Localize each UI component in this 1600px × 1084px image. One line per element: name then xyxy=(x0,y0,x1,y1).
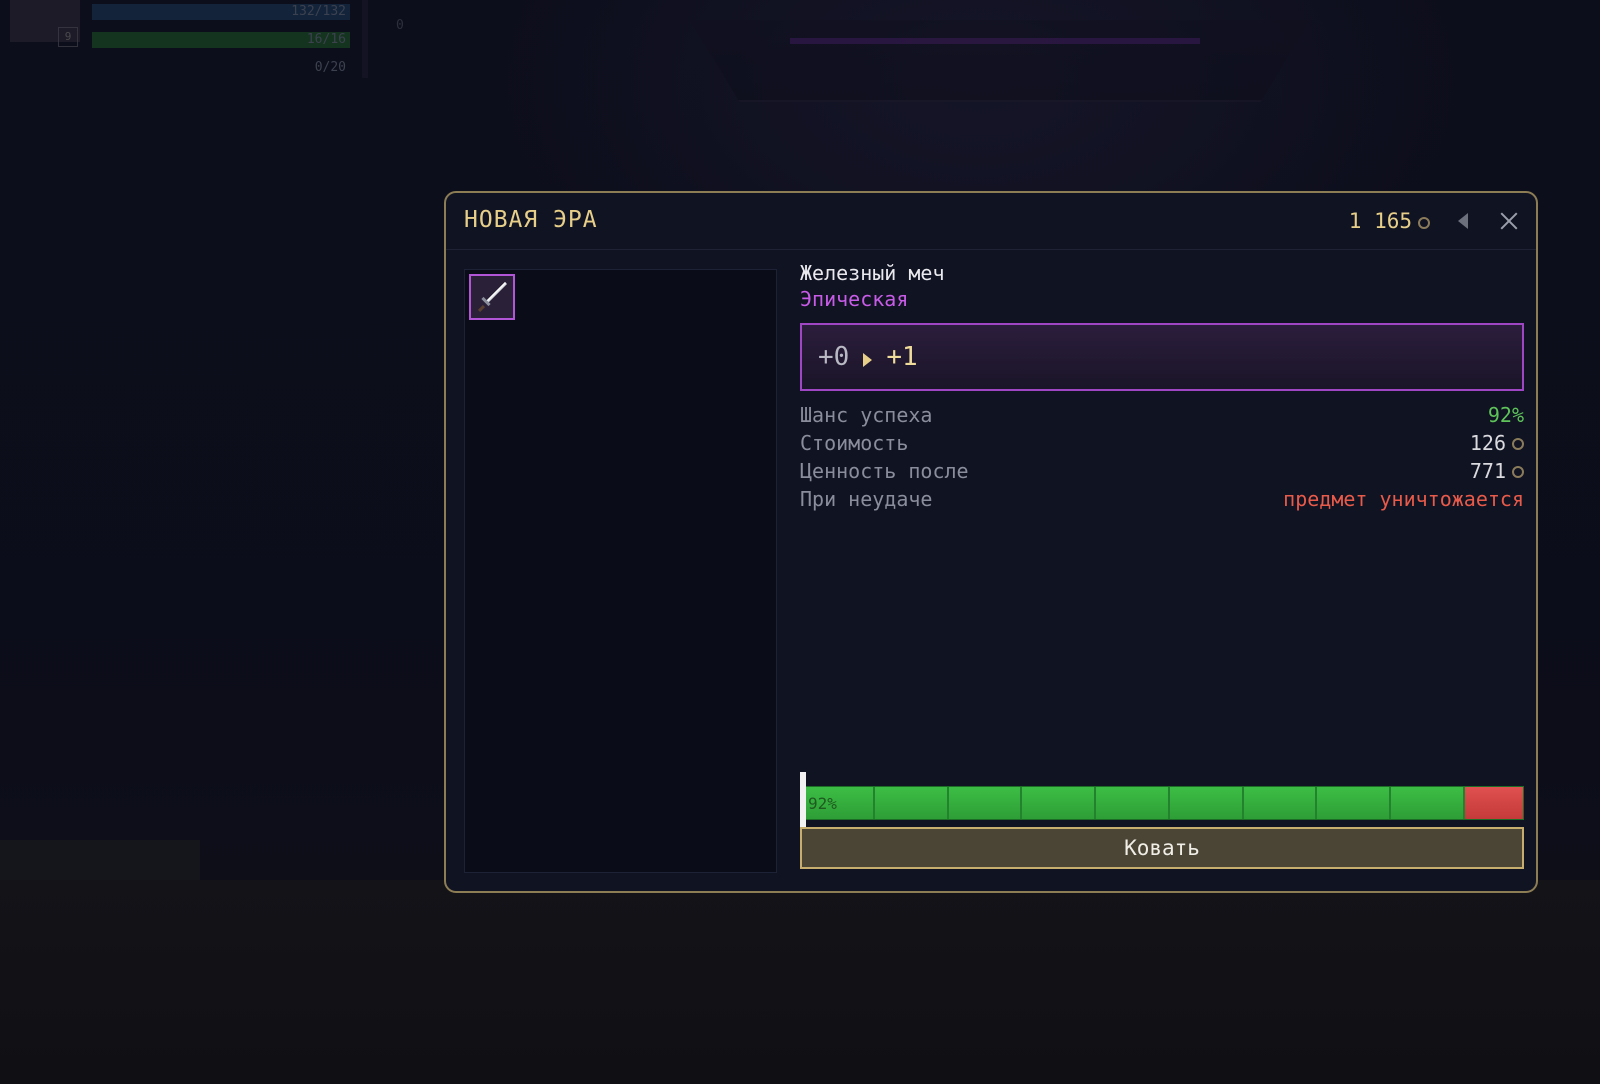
stat-label: Шанс успеха xyxy=(800,403,933,427)
stat-label: Ценность после xyxy=(800,459,969,483)
stat-value: 771 xyxy=(1469,459,1506,483)
balance-value: 1 165 xyxy=(1348,209,1412,233)
stat-label: При неудаче xyxy=(800,487,933,511)
chance-segment-success xyxy=(874,787,949,819)
chance-segment-success xyxy=(1391,787,1466,819)
player-level: 9 xyxy=(58,27,78,47)
stat-value: предмет уничтожается xyxy=(1283,487,1524,511)
inventory-panel xyxy=(464,269,777,873)
item-name: Железный меч xyxy=(800,261,945,285)
chance-segment-success xyxy=(1096,787,1170,819)
boss-glow xyxy=(790,38,1200,44)
forge-button[interactable]: Ковать xyxy=(800,827,1524,869)
roll-marker xyxy=(800,772,806,830)
balance: 1 165 xyxy=(1349,209,1430,233)
dialog-title: НОВАЯ ЭРА xyxy=(464,207,598,233)
chance-segment-success xyxy=(948,787,1023,819)
chance-segment-success xyxy=(1317,787,1392,819)
stat-value-wrap: 771 xyxy=(1470,459,1524,483)
coin-icon xyxy=(1512,438,1524,450)
coin-icon xyxy=(1512,466,1524,478)
upgrade-preview: +0 +1 xyxy=(800,323,1524,391)
stat-value: 126 xyxy=(1469,431,1506,455)
header-controls: 1 165 xyxy=(1349,207,1520,235)
arrow-right-icon xyxy=(863,353,873,367)
forge-dialog: НОВАЯ ЭРА 1 165 Железный меч Эпическая +… xyxy=(444,191,1538,893)
stat-row-cost: Стоимость 126 xyxy=(800,429,1524,457)
stat-label: Стоимость xyxy=(800,431,909,455)
chance-segment-success xyxy=(1022,787,1097,819)
chance-bar-track xyxy=(800,786,1524,820)
player-hud: 9 132/132 16/16 0/20 0 xyxy=(0,0,404,80)
back-arrow-icon[interactable] xyxy=(1458,213,1468,229)
close-icon[interactable] xyxy=(1498,210,1520,232)
stat-value: 92% xyxy=(1487,403,1524,427)
item-slot-selected[interactable] xyxy=(469,274,515,320)
chance-bar-label: 92% xyxy=(808,794,837,813)
upgrade-next-level: +1 xyxy=(886,342,918,372)
mana-bar: 16/16 xyxy=(92,32,350,48)
success-chance-bar: 92% xyxy=(800,772,1524,830)
item-rarity: Эпическая xyxy=(800,287,909,311)
coin-icon xyxy=(1418,217,1430,229)
experience-bar: 0/20 xyxy=(314,60,346,75)
hud-counter: 0 xyxy=(396,18,404,33)
chance-segment-success xyxy=(1243,787,1318,819)
dialog-header: НОВАЯ ЭРА 1 165 xyxy=(446,193,1536,250)
upgrade-current-level: +0 xyxy=(818,342,850,372)
boss-silhouette xyxy=(690,20,1310,102)
health-bar: 132/132 xyxy=(92,4,350,20)
item-details: Железный меч Эпическая +0 +1 Шанс успеха… xyxy=(800,261,1524,869)
stat-row-chance: Шанс успеха 92% xyxy=(800,401,1524,429)
ground xyxy=(0,880,1600,1084)
stat-value-wrap: 126 xyxy=(1470,431,1524,455)
hud-divider xyxy=(362,0,368,78)
chance-segment-failure xyxy=(1465,787,1524,819)
iron-sword-icon xyxy=(473,278,511,316)
stats-list: Шанс успеха 92% Стоимость 126 Ценность п… xyxy=(800,401,1524,513)
stat-row-value-after: Ценность после 771 xyxy=(800,457,1524,485)
chance-segment-success xyxy=(1169,787,1244,819)
stat-row-on-failure: При неудаче предмет уничтожается xyxy=(800,485,1524,513)
